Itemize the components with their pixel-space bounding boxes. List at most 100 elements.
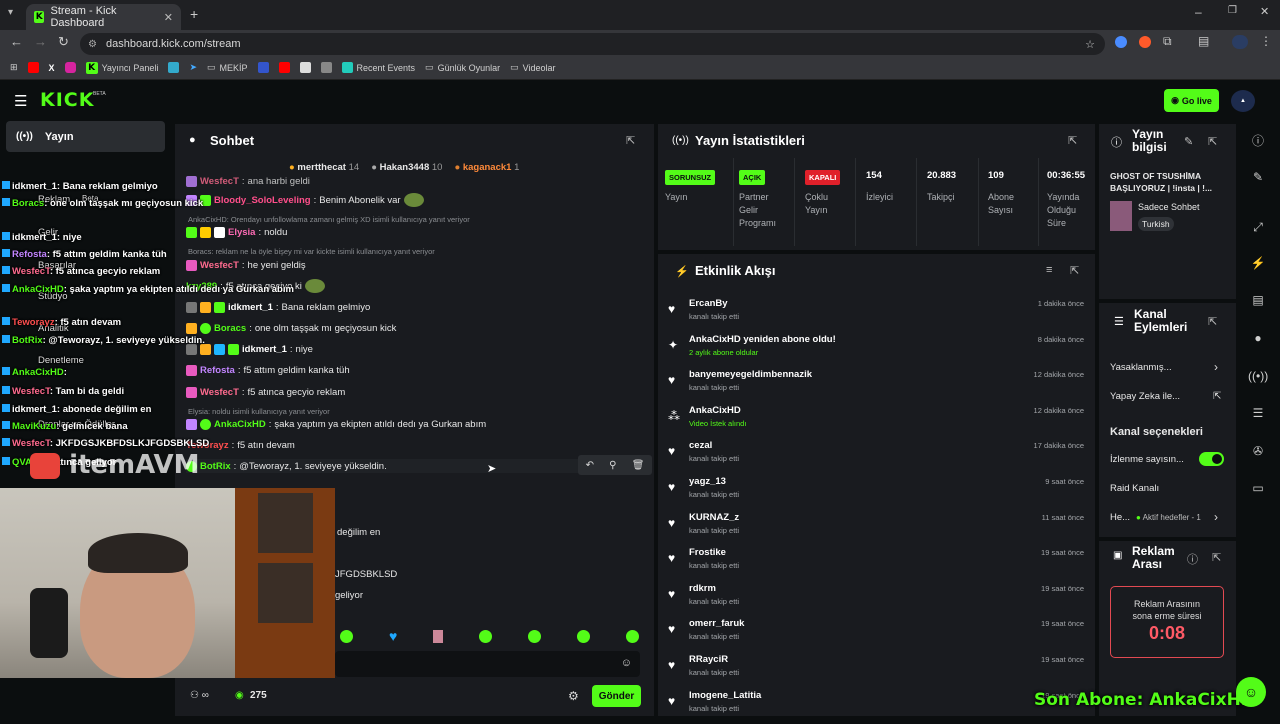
chat-message[interactable]: WesfecT: ana harbi geldi	[186, 174, 310, 188]
activity-item[interactable]: ♥ RRayciR kanalı takip etti 19 saat önce	[668, 654, 1088, 688]
reply-icon[interactable]: ↶	[586, 460, 594, 471]
chat-message[interactable]: idkmert_1: niye	[186, 342, 313, 356]
maximize-icon[interactable]: ❐	[1228, 5, 1237, 16]
minimize-icon[interactable]: –	[1195, 5, 1202, 19]
emote-icon[interactable]	[626, 629, 640, 643]
profile-avatar[interactable]	[1232, 35, 1248, 49]
send-button[interactable]: Gönder	[592, 685, 641, 707]
popout-icon[interactable]: ⇱	[626, 134, 635, 147]
activity-item[interactable]: ♥ banyemeyegeldimbennazik kanalı takip ett…	[668, 369, 1088, 403]
emote-icon[interactable]	[479, 629, 493, 643]
bookmark-icon-d[interactable]	[278, 62, 290, 73]
chat-message-partial[interactable]: değilim en	[337, 525, 380, 539]
activity-item[interactable]: ♥ KURNAZ_z kanalı takip etti 11 saat önce	[668, 512, 1088, 546]
viewer-count-toggle[interactable]	[1199, 452, 1224, 466]
activity-item[interactable]: ♥ yagz_13 kanalı takip etti 9 saat önce	[668, 476, 1088, 510]
activity-item[interactable]: ♥ ErcanBy kanalı takip etti 1 dakika önce	[668, 298, 1088, 332]
site-info-icon[interactable]: ⚙	[88, 39, 97, 50]
bookmark-instagram[interactable]	[64, 62, 76, 73]
bookmark-mekip[interactable]: ▭ MEKİP	[207, 62, 248, 73]
bookmark-icon-a[interactable]	[168, 62, 180, 73]
chat-message-partial[interactable]: JFGDSBKLSD	[335, 567, 397, 581]
support-chat-icon[interactable]: ☺	[1236, 677, 1266, 707]
info-icon[interactable]: ⓘ	[1187, 551, 1198, 567]
forward-icon[interactable]: →	[34, 34, 47, 49]
info-sidebar-icon[interactable]: ⓘ	[1248, 131, 1268, 151]
popout-icon[interactable]: ⇱	[1212, 551, 1221, 564]
goals-item[interactable]: He...	[1110, 512, 1130, 523]
emoji-picker-icon[interactable]: ☺	[621, 657, 632, 669]
bookmark-icon-f[interactable]	[320, 62, 332, 73]
tab-close-icon[interactable]: ✕	[164, 11, 173, 24]
chat-message[interactable]: AnkaCixHD: şaka yaptım ya ekipten atıldı …	[186, 417, 486, 431]
bookmark-icon-c[interactable]	[257, 62, 269, 73]
extension-icon-2[interactable]	[1139, 36, 1151, 48]
chat-message[interactable]: Refosta: f5 attım geldim kanka tüh	[186, 363, 350, 377]
apps-grid-icon[interactable]: ⊞	[10, 62, 18, 73]
stats-sidebar-icon[interactable]: ▤	[1248, 290, 1268, 310]
banned-users-item[interactable]: Yasaklanmış...	[1110, 362, 1172, 373]
bookmark-gunluk-oyunlar[interactable]: ▭ Günlük Oyunlar	[425, 62, 500, 73]
gifter[interactable]: ● Hakan3448 10	[371, 162, 442, 176]
extensions-puzzle-icon[interactable]: ⧉	[1163, 34, 1172, 49]
edit-sidebar-icon[interactable]: ✎	[1248, 167, 1268, 187]
chat-input[interactable]: ☺	[335, 651, 640, 677]
activity-item[interactable]: ✦ AnkaCixHD yeniden abone oldu! 2 aylık ab…	[668, 334, 1088, 368]
chat-settings-icon[interactable]: ⚙	[568, 689, 579, 703]
points-infinity-icon[interactable]: ⚇ ∞	[190, 690, 209, 701]
bookmark-yayinci-paneli[interactable]: K Yayıncı Paneli	[85, 61, 158, 74]
edit-icon[interactable]: ✎	[1184, 135, 1193, 148]
chat-message[interactable]: Elysia: noldu	[186, 225, 287, 239]
lightning-sidebar-icon[interactable]: ⚡	[1248, 253, 1268, 273]
bookmark-x[interactable]: X	[49, 63, 55, 73]
user-avatar[interactable]: ▲	[1231, 90, 1255, 112]
chat-message[interactable]: idkmert_1: Bana reklam gelmiyo	[186, 300, 370, 314]
new-tab-icon[interactable]: +	[190, 6, 198, 22]
activity-item[interactable]: ⁂ AnkaCixHD Video İstek alındı 12 dakika ön…	[668, 405, 1088, 439]
emote-icon[interactable]	[577, 629, 591, 643]
raid-channel-item[interactable]: Raid Kanalı	[1110, 483, 1159, 494]
popout-icon[interactable]: ⇱	[1208, 315, 1217, 328]
chat-message[interactable]: Bloody_SoloLeveling: Benim Abonelik var	[186, 193, 424, 207]
window-close-icon[interactable]: ✕	[1260, 5, 1269, 18]
emote-icon[interactable]	[340, 629, 353, 643]
broadcast-sidebar-icon[interactable]: ((•))	[1248, 366, 1268, 386]
sidepanel-icon[interactable]: ▤	[1198, 34, 1209, 48]
chat-message[interactable]: WesfecT: f5 atınca gecyio reklam	[186, 385, 345, 399]
back-icon[interactable]: ←	[10, 34, 23, 49]
popout-icon[interactable]: ⇱	[1070, 264, 1079, 277]
delete-icon[interactable]: 🗑	[632, 460, 645, 471]
chat-message[interactable]: WesfecT: he yeni geldiş	[186, 258, 306, 272]
panel-sidebar-icon[interactable]: ▭	[1248, 478, 1268, 498]
activity-item[interactable]: ♥ Frostike kanalı takip etti 19 saat önce	[668, 547, 1088, 581]
bookmark-icon-e[interactable]	[299, 62, 311, 73]
nav-item-yayin[interactable]: ((•)) Yayın	[6, 121, 165, 152]
gifter[interactable]: ● kaganack1 1	[454, 162, 519, 176]
emote-icon[interactable]	[433, 629, 444, 643]
expand-sidebar-icon[interactable]: ⤢	[1248, 217, 1268, 237]
pin-icon[interactable]: ⚲	[609, 460, 616, 471]
ai-tools-item[interactable]: Yapay Zeka ile...	[1110, 391, 1180, 402]
activity-item[interactable]: ♥ cezal kanalı takip etti 17 dakika önce	[668, 440, 1088, 474]
chat-message-partial[interactable]: geliyor	[335, 588, 363, 602]
bookmark-star-icon[interactable]: ☆	[1085, 38, 1095, 51]
chat-message[interactable]: Boracs: one olm taşşak mı geçiyosun kick	[186, 321, 396, 335]
url-field[interactable]: ⚙ dashboard.kick.com/stream ☆	[80, 33, 1105, 55]
menu-dots-icon[interactable]: ⋮	[1260, 34, 1272, 48]
extension-icon[interactable]	[1115, 36, 1127, 48]
hamburger-menu-icon[interactable]: ☰	[14, 92, 27, 110]
tab-search-icon[interactable]: ▾	[8, 7, 22, 21]
bookmark-recent-events[interactable]: Recent Events	[341, 62, 415, 73]
heart-emote-icon[interactable]: ♥	[389, 628, 397, 644]
activity-item[interactable]: ♥ omerr_faruk kanalı takip etti 19 saat önc…	[668, 618, 1088, 652]
popout-icon[interactable]: ⇱	[1208, 135, 1217, 148]
wrench-sidebar-icon[interactable]: ✇	[1248, 441, 1268, 461]
bookmark-youtube[interactable]	[27, 62, 39, 73]
chat-sidebar-icon[interactable]: ●	[1248, 328, 1268, 348]
bookmark-videolar[interactable]: ▭ Videolar	[510, 62, 555, 73]
popout-icon[interactable]: ⇱	[1068, 134, 1077, 147]
activity-item[interactable]: ♥ Imogene_Latitia kanalı takip etti 19 saat…	[668, 690, 1088, 724]
bookmark-icon-b[interactable]: ➤	[189, 62, 197, 73]
reload-icon[interactable]: ↻	[58, 34, 69, 50]
activity-item[interactable]: ♥ rdkrm kanalı takip etti 19 saat önce	[668, 583, 1088, 617]
